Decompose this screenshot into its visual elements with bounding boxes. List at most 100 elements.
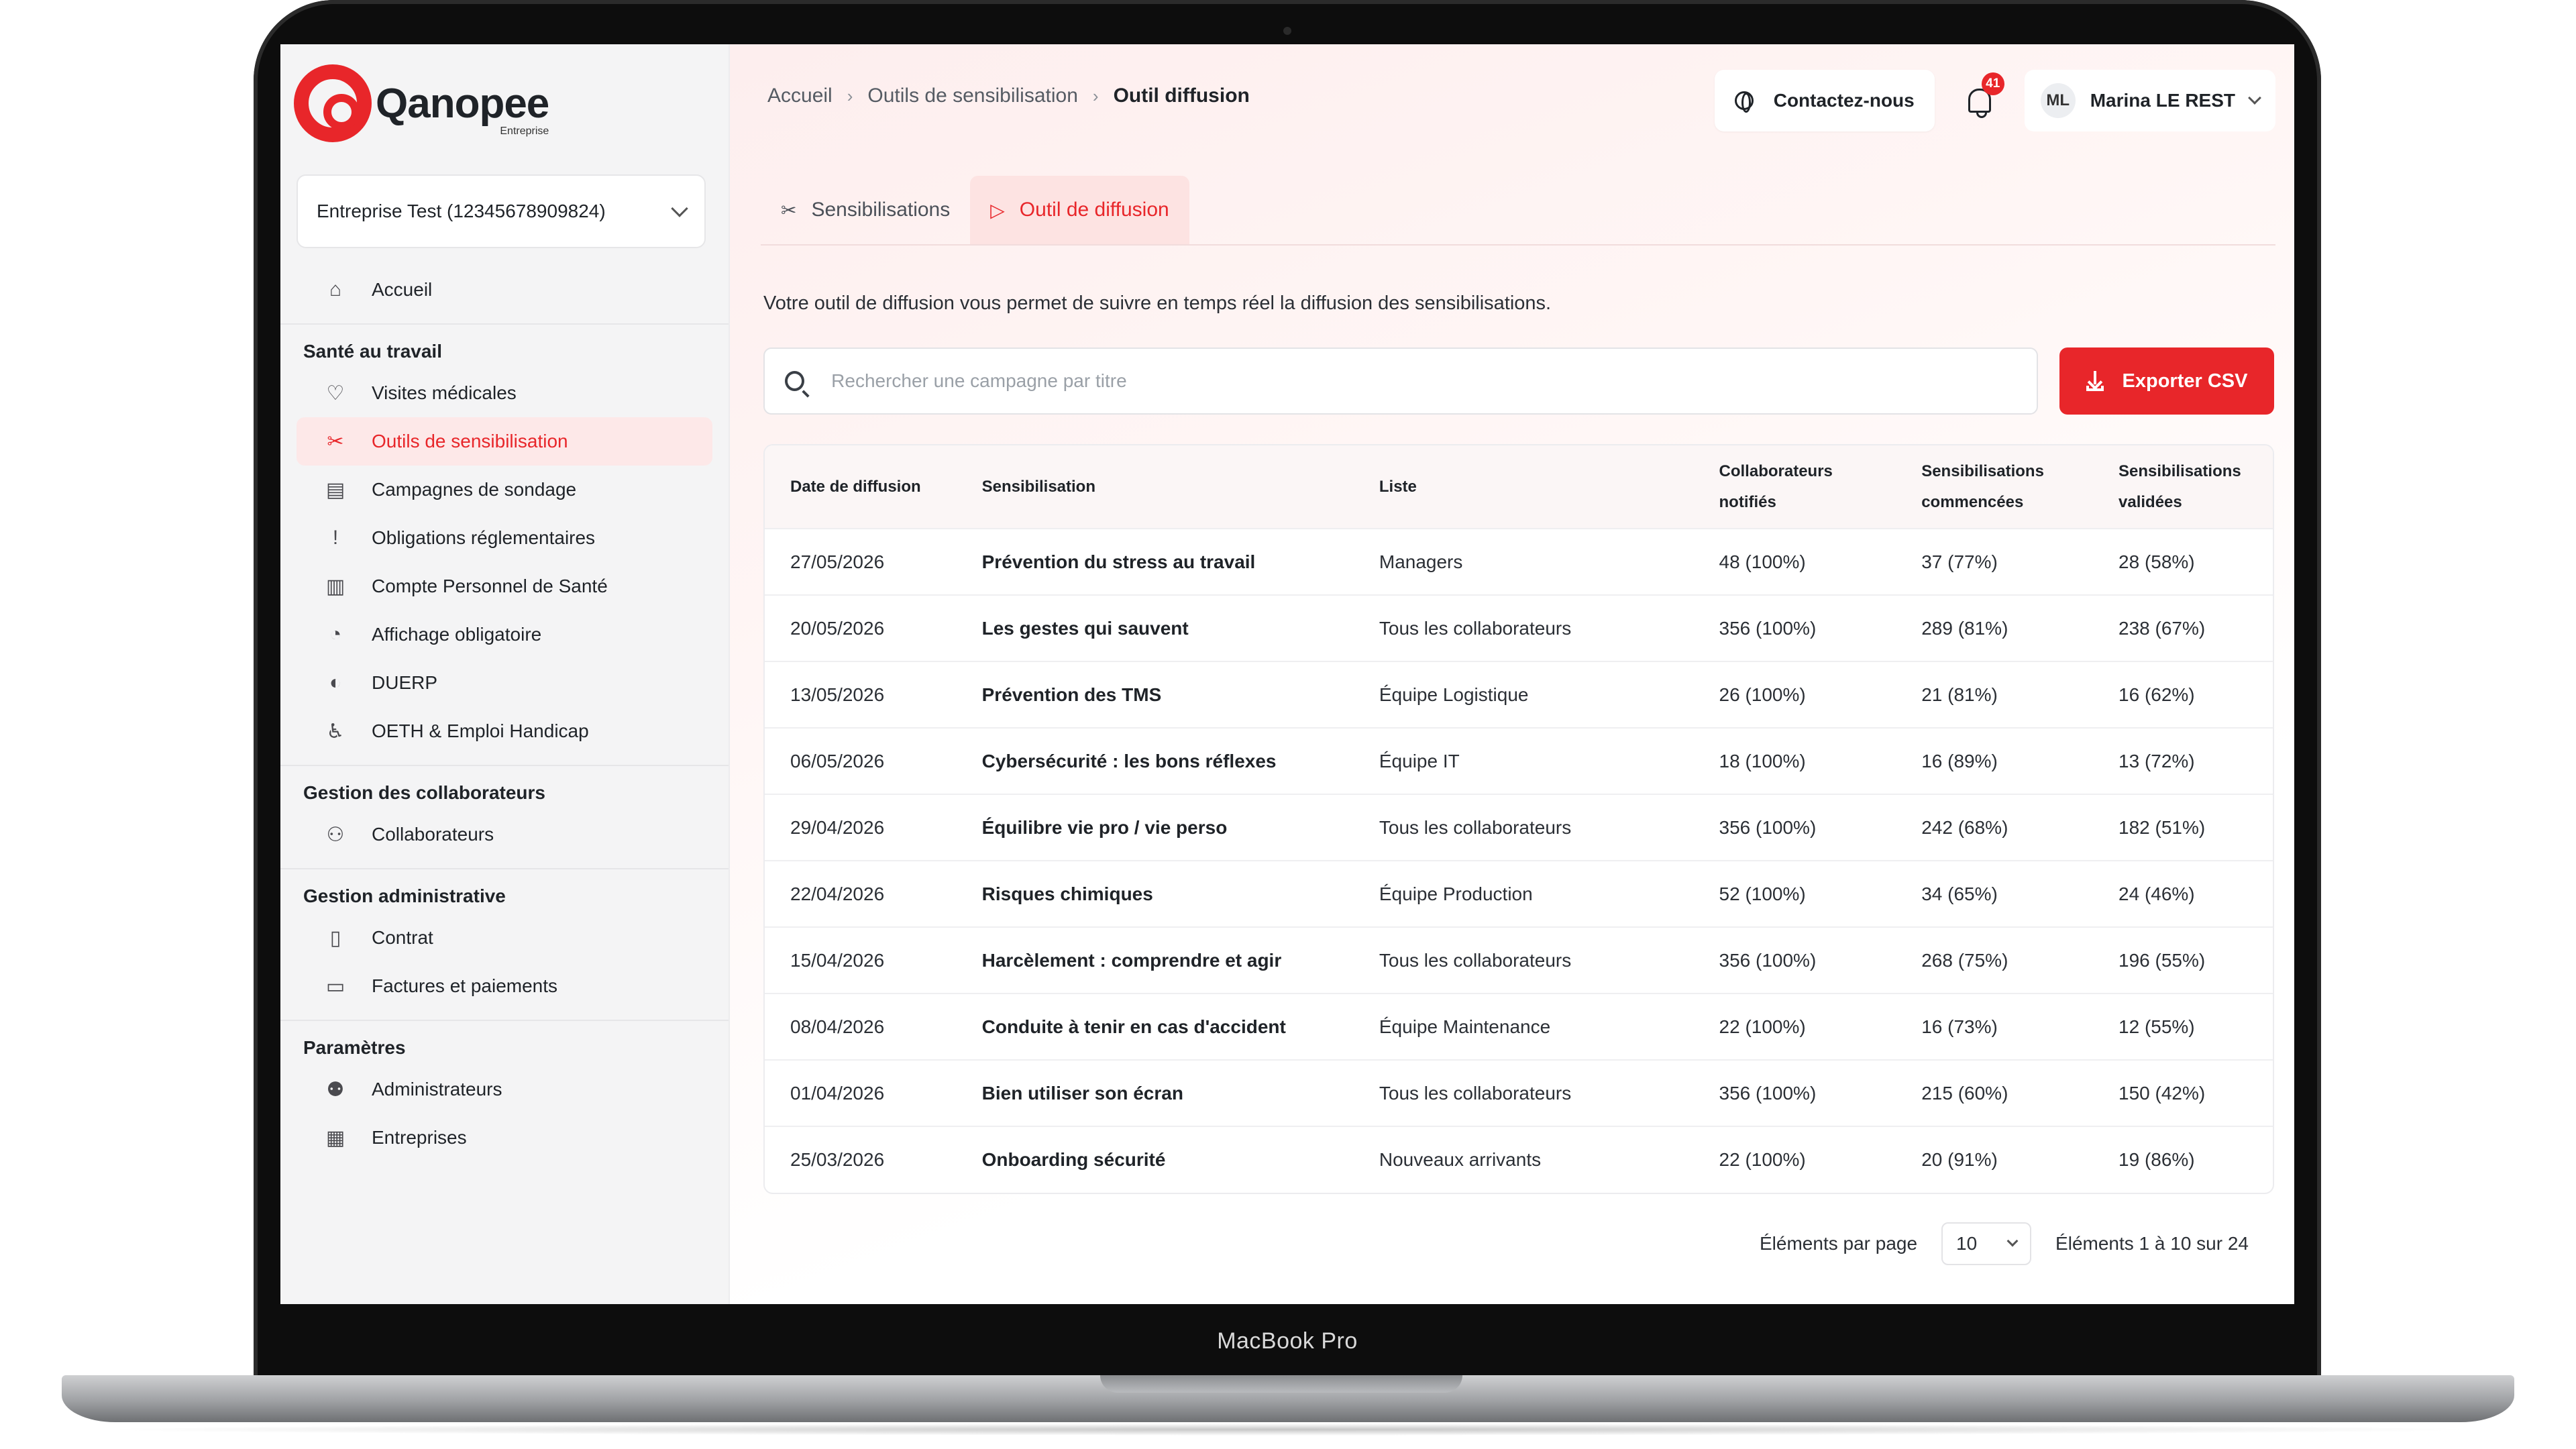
sidebar-item-affichage-obligatoire[interactable]: ◔ Affichage obligatoire xyxy=(297,610,712,659)
table-cell: 356 (100%) xyxy=(1693,1059,1896,1126)
sidebar-item-outils-de-sensibilisation[interactable]: ✂ Outils de sensibilisation xyxy=(297,417,712,466)
column-header: Sensibilisations validées xyxy=(2093,445,2273,529)
table-cell: 13 (72%) xyxy=(2093,727,2273,794)
table-cell: 27/05/2026 xyxy=(765,528,957,595)
admin-icon: ⚉ xyxy=(326,1078,345,1101)
diffusion-table: Date de diffusion Sensibilisation Liste Col… xyxy=(763,444,2274,1194)
sidebar-item-compte-personnel-de-sant[interactable]: ▥ Compte Personnel de Santé xyxy=(297,562,712,610)
table-cell: Bien utiliser son écran xyxy=(956,1059,1354,1126)
table-cell: 01/04/2026 xyxy=(765,1059,957,1126)
sidebar: Qanopee Entreprise Entreprise Test (1234… xyxy=(280,44,730,1304)
table-cell: 356 (100%) xyxy=(1693,794,1896,861)
table-cell: 16 (73%) xyxy=(1896,993,2094,1060)
table-cell: Équipe Logistique xyxy=(1353,661,1694,728)
table-row[interactable]: 29/04/2026 Équilibre vie pro / vie perso T… xyxy=(765,794,2273,861)
sidebar-item-contrat[interactable]: ▯ Contrat xyxy=(297,914,712,962)
tab-sensibilisations[interactable]: ✂ Sensibilisations xyxy=(761,176,970,244)
per-page-select[interactable]: 10 xyxy=(1941,1222,2032,1265)
table-cell: 19 (86%) xyxy=(2093,1126,2273,1193)
table-row[interactable]: 20/05/2026 Les gestes qui sauvent Tous les… xyxy=(765,594,2273,661)
tab-label: Sensibilisations xyxy=(811,199,951,221)
column-header: Collaborateurs notifiés xyxy=(1693,445,1896,529)
breadcrumb-tools[interactable]: Outils de sensibilisation xyxy=(867,85,1078,107)
sidebar-item-collaborateurs[interactable]: ⚇ Collaborateurs xyxy=(297,810,712,859)
per-page-value: 10 xyxy=(1956,1233,1978,1254)
tab-outil-diffusion[interactable]: ▷ Outil de diffusion xyxy=(970,176,1189,244)
export-csv-button[interactable]: Exporter CSV xyxy=(2059,347,2274,415)
sidebar-item-entreprises[interactable]: ▦ Entreprises xyxy=(297,1114,712,1162)
sidebar-item-administrateurs[interactable]: ⚉ Administrateurs xyxy=(297,1065,712,1114)
table-row[interactable]: 15/04/2026 Harcèlement : comprendre et ag… xyxy=(765,926,2273,994)
table-row[interactable]: 27/05/2026 Prévention du stress au travai… xyxy=(765,528,2273,595)
contact-button[interactable]: Contactez-nous xyxy=(1714,70,1935,131)
user-menu-button[interactable]: ML Marina LE REST xyxy=(2024,70,2275,131)
table-cell: 22 (100%) xyxy=(1693,993,1896,1060)
table-row[interactable]: 22/04/2026 Risques chimiques Équipe Produc… xyxy=(765,860,2273,927)
table-cell: Équipe Production xyxy=(1353,860,1694,927)
sidebar-item-label: Contrat xyxy=(372,927,433,948)
sidebar-item-label: Collaborateurs xyxy=(372,824,494,845)
sidebar-item-accueil[interactable]: ⌂ Accueil xyxy=(297,266,712,314)
contact-label: Contactez-nous xyxy=(1773,90,1915,111)
company-select[interactable]: Entreprise Test (12345678909824) xyxy=(297,174,706,248)
sidebar-item-campagnes-de-sondage[interactable]: ▤ Campagnes de sondage xyxy=(297,466,712,514)
sidebar-item-obligations-r-glementaires[interactable]: ! Obligations réglementaires xyxy=(297,514,712,562)
table-cell: 26 (100%) xyxy=(1693,661,1896,728)
intro-text: Votre outil de diffusion vous permet de … xyxy=(763,292,1552,314)
screen: Qanopee Entreprise Entreprise Test (1234… xyxy=(280,44,2294,1304)
table-cell: 22 (100%) xyxy=(1693,1126,1896,1193)
table-cell: 29/04/2026 xyxy=(765,794,957,861)
table-cell: Onboarding sécurité xyxy=(956,1126,1354,1193)
table-cell: Prévention des TMS xyxy=(956,661,1354,728)
column-header-text: Collaborateurs xyxy=(1719,462,1833,480)
survey-icon: ▤ xyxy=(325,478,345,501)
users-icon: ⚇ xyxy=(326,823,345,846)
column-header-text: Sensibilisations xyxy=(2118,462,2241,480)
sidebar-item-factures-et-paiements[interactable]: ▭ Factures et paiements xyxy=(297,962,712,1010)
table-row[interactable]: 25/03/2026 Onboarding sécurité Nouveaux ar… xyxy=(765,1126,2273,1193)
table-cell: 356 (100%) xyxy=(1693,926,1896,994)
breadcrumb-home[interactable]: Accueil xyxy=(767,85,833,107)
main-content: Accueil › Outils de sensibilisation › Ou… xyxy=(730,44,2294,1304)
table-cell: Harcèlement : comprendre et agir xyxy=(956,926,1354,994)
table-cell: 356 (100%) xyxy=(1693,594,1896,661)
export-label: Exporter CSV xyxy=(2122,370,2248,392)
notification-badge: 41 xyxy=(1981,72,2004,95)
table-cell: Tous les collaborateurs xyxy=(1353,926,1694,994)
pagination-range: Éléments 1 à 10 sur 24 xyxy=(2055,1233,2249,1254)
sidebar-item-label: Affichage obligatoire xyxy=(372,624,542,645)
sidebar-item-visites-m-dicales[interactable]: ♡ Visites médicales xyxy=(297,369,712,417)
table-cell: Managers xyxy=(1353,528,1694,595)
sidebar-item-oeth-emploi-handicap[interactable]: ♿ OETH & Emploi Handicap xyxy=(297,707,712,755)
search-input[interactable] xyxy=(831,370,2017,392)
laptop-shadow xyxy=(94,1424,2482,1436)
pagination: Éléments par page 10 Éléments 1 à 10 sur… xyxy=(1760,1222,2249,1265)
table-row[interactable]: 08/04/2026 Conduite à tenir en cas d'acci… xyxy=(765,993,2273,1060)
table-row[interactable]: 06/05/2026 Cybersécurité : les bons réfle… xyxy=(765,727,2273,794)
home-icon: ⌂ xyxy=(329,278,342,301)
table-header: Date de diffusion Sensibilisation Liste Col… xyxy=(765,445,2273,529)
table-cell: 12 (55%) xyxy=(2093,993,2273,1060)
table-cell: 24 (46%) xyxy=(2093,860,2273,927)
app: Qanopee Entreprise Entreprise Test (1234… xyxy=(280,44,2294,1304)
table-cell: 37 (77%) xyxy=(1896,528,2094,595)
sidebar-section-title: Paramètres xyxy=(280,1020,729,1065)
table-cell: Cybersécurité : les bons réflexes xyxy=(956,727,1354,794)
table-row[interactable]: 01/04/2026 Bien utiliser son écran Tous le… xyxy=(765,1059,2273,1126)
sidebar-section-title: Gestion administrative xyxy=(280,868,729,914)
sidebar-item-label: Entreprises xyxy=(372,1127,467,1148)
table-row[interactable]: 13/05/2026 Prévention des TMS Équipe Logis… xyxy=(765,661,2273,728)
table-cell: 215 (60%) xyxy=(1896,1059,2094,1126)
brand-sub: Entreprise xyxy=(500,125,549,137)
search-icon xyxy=(785,371,805,391)
column-header-text: Liste xyxy=(1379,477,1417,496)
table-cell: 06/05/2026 xyxy=(765,727,957,794)
brand-logo[interactable]: Qanopee Entreprise xyxy=(294,64,549,142)
alert-icon: ! xyxy=(332,527,339,549)
display-icon: ◔ xyxy=(329,623,342,645)
column-header-text: Sensibilisations xyxy=(1921,462,2044,480)
chevron-right-icon: › xyxy=(1092,85,1099,106)
notifications-button[interactable]: 41 xyxy=(1949,70,2010,131)
sidebar-item-duerp[interactable]: ◐ DUERP xyxy=(297,659,712,707)
sidebar-item-label: OETH & Emploi Handicap xyxy=(372,720,589,741)
